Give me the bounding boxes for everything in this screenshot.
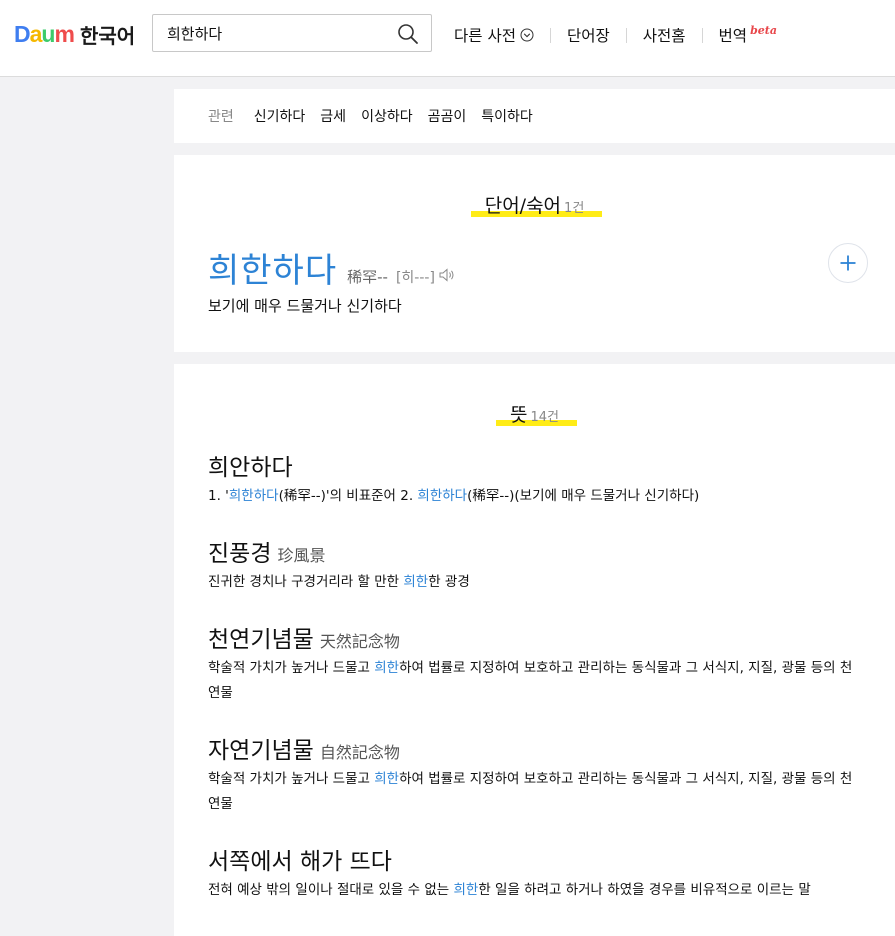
logo-letter: m (54, 21, 74, 47)
nav-wordbook-label: 단어장 (566, 27, 610, 45)
desc-text: 한 일을 하려고 하거나 하였을 경우를 비유적으로 이르는 말 (478, 882, 811, 898)
related-link[interactable]: 곰곰이 (428, 106, 467, 126)
meaning-section-title: 뜻 14건 (174, 400, 895, 427)
nav-wordbook[interactable]: 단어장 (567, 24, 610, 46)
add-to-wordbook-button[interactable] (828, 243, 868, 283)
meaning-title[interactable]: 천연기념물 (208, 627, 314, 653)
logo-letter: u (41, 21, 55, 47)
related-card: 관련 신기하다 금세 이상하다 곰곰이 특이하다 (174, 89, 895, 143)
desc-text: 한 광경 (428, 574, 470, 590)
desc-text: (稀罕--)'의 비표준어 2. (278, 488, 418, 504)
plus-icon (840, 255, 856, 271)
meaning-hanja: 天然記念物 (319, 632, 400, 651)
search-box (152, 14, 432, 52)
meaning-title-row: 진풍경 珍風景 (208, 534, 860, 568)
related-link[interactable]: 이상하다 (361, 106, 413, 126)
meaning-title-row: 서쪽에서 해가 뜨다 (208, 842, 860, 876)
meaning-title-row: 천연기념물 天然記念物 (208, 620, 860, 654)
meaning-hanja: 珍風景 (277, 546, 326, 565)
daum-logo[interactable]: Daum (14, 21, 75, 47)
headword-hanja: 稀罕-- (347, 268, 388, 286)
nav-other-dictionaries-label: 다른 사전 (454, 27, 516, 45)
meaning-section-count: 14건 (530, 410, 559, 425)
nav-divider (701, 27, 703, 43)
word-section-title: 단어/숙어 1건 (174, 191, 895, 218)
highlight-term[interactable]: 희한 (403, 574, 428, 590)
meaning-description: 1. '희한하다(稀罕--)'의 비표준어 2. 희한하다(稀罕--)(보기에 … (208, 484, 860, 509)
meaning-section: 뜻 14건 희안하다 1. '희한하다(稀罕--)'의 비표준어 2. 희한하다(… (174, 364, 895, 936)
headword-row: 희한하다 稀罕-- [히---] (208, 243, 457, 292)
highlight-term[interactable]: 희한 (453, 882, 478, 898)
desc-text: 진귀한 경치나 구경거리라 할 만한 (208, 574, 404, 590)
meaning-item: 서쪽에서 해가 뜨다 전혀 예상 밖의 일이나 절대로 있을 수 없는 희한한 … (208, 842, 860, 903)
chevron-down-icon (520, 28, 534, 42)
meaning-title-row: 자연기념물 自然記念物 (208, 731, 860, 765)
search-input[interactable] (167, 22, 387, 44)
headword-definition: 보기에 매우 드물거나 신기하다 (208, 297, 402, 315)
meaning-hanja: 自然記念物 (319, 743, 400, 762)
dictionary-title[interactable]: 한국어 (80, 20, 135, 49)
logo-letter: D (14, 21, 31, 47)
meaning-description: 진귀한 경치나 구경거리라 할 만한 희한한 광경 (208, 570, 860, 595)
highlight-term[interactable]: 희한 (374, 660, 399, 676)
word-section: 단어/숙어 1건 희한하다 稀罕-- [히---] 보기에 매우 드물거나 신기하… (174, 155, 895, 352)
nav-translate-label: 번역 (718, 27, 748, 45)
meaning-section-heading: 뜻 14건 (496, 400, 577, 427)
related-row: 관련 신기하다 금세 이상하다 곰곰이 특이하다 (208, 106, 548, 126)
logo-letter: a (29, 21, 43, 47)
meaning-description: 전혀 예상 밖의 일이나 절대로 있을 수 없는 희한한 일을 하려고 하거나 … (208, 878, 860, 903)
word-section-heading: 단어/숙어 1건 (470, 191, 602, 218)
highlight-term[interactable]: 희한하다 (417, 488, 467, 504)
beta-badge: beta (750, 23, 777, 37)
related-label: 관련 (208, 109, 234, 125)
search-icon[interactable] (397, 23, 419, 45)
headword-pronunciation: [히---] (395, 270, 435, 286)
nav-dictionary-home[interactable]: 사전홈 (643, 24, 686, 46)
meaning-item: 희안하다 1. '희한하다(稀罕--)'의 비표준어 2. 희한하다(稀罕--)… (208, 448, 860, 509)
meaning-item: 천연기념물 天然記念物 학술적 가치가 높거나 드물고 희한하여 법률로 지정하여… (208, 620, 860, 706)
nav-other-dictionaries[interactable]: 다른 사전 (454, 24, 534, 46)
highlight-term[interactable]: 희한 (374, 771, 399, 787)
meaning-item: 진풍경 珍風景 진귀한 경치나 구경거리라 할 만한 희한한 광경 (208, 534, 860, 595)
desc-text: 1. ' (208, 488, 229, 504)
meaning-section-title-text: 뜻 (510, 404, 528, 426)
nav-dictionary-home-label: 사전홈 (642, 27, 686, 45)
nav-translate[interactable]: 번역 beta (719, 24, 777, 46)
meaning-title[interactable]: 희안하다 (208, 455, 293, 481)
meaning-title[interactable]: 서쪽에서 해가 뜨다 (208, 849, 392, 875)
desc-text: 학술적 가치가 높거나 드물고 (208, 771, 375, 787)
nav-divider (549, 27, 551, 43)
desc-text: (稀罕--)(보기에 매우 드물거나 신기하다) (467, 488, 700, 504)
meaning-title-row: 희안하다 (208, 448, 860, 482)
speaker-icon[interactable] (439, 268, 457, 282)
meaning-title[interactable]: 진풍경 (208, 541, 271, 567)
nav-divider (625, 27, 627, 43)
top-header: Daum 한국어 다른 사전 단어장 사전홈 번역 beta (0, 0, 895, 77)
meaning-description: 학술적 가치가 높거나 드물고 희한하여 법률로 지정하여 보호하고 관리하는 … (208, 656, 860, 706)
related-link[interactable]: 신기하다 (254, 106, 306, 126)
meaning-item: 자연기념물 自然記念物 학술적 가치가 높거나 드물고 희한하여 법률로 지정하여… (208, 731, 860, 817)
related-link[interactable]: 금세 (320, 106, 346, 126)
word-section-title-text: 단어/숙어 (484, 195, 562, 217)
desc-text: 학술적 가치가 높거나 드물고 (208, 660, 375, 676)
top-nav: 다른 사전 단어장 사전홈 번역 beta (454, 24, 777, 46)
meaning-title[interactable]: 자연기념물 (208, 738, 314, 764)
word-section-count: 1건 (564, 201, 585, 216)
meaning-description: 학술적 가치가 높거나 드물고 희한하여 법률로 지정하여 보호하고 관리하는 … (208, 767, 860, 817)
desc-text: 전혀 예상 밖의 일이나 절대로 있을 수 없는 (208, 882, 454, 898)
highlight-term[interactable]: 희한하다 (229, 488, 279, 504)
related-link[interactable]: 특이하다 (481, 106, 533, 126)
headword[interactable]: 희한하다 (208, 243, 337, 292)
